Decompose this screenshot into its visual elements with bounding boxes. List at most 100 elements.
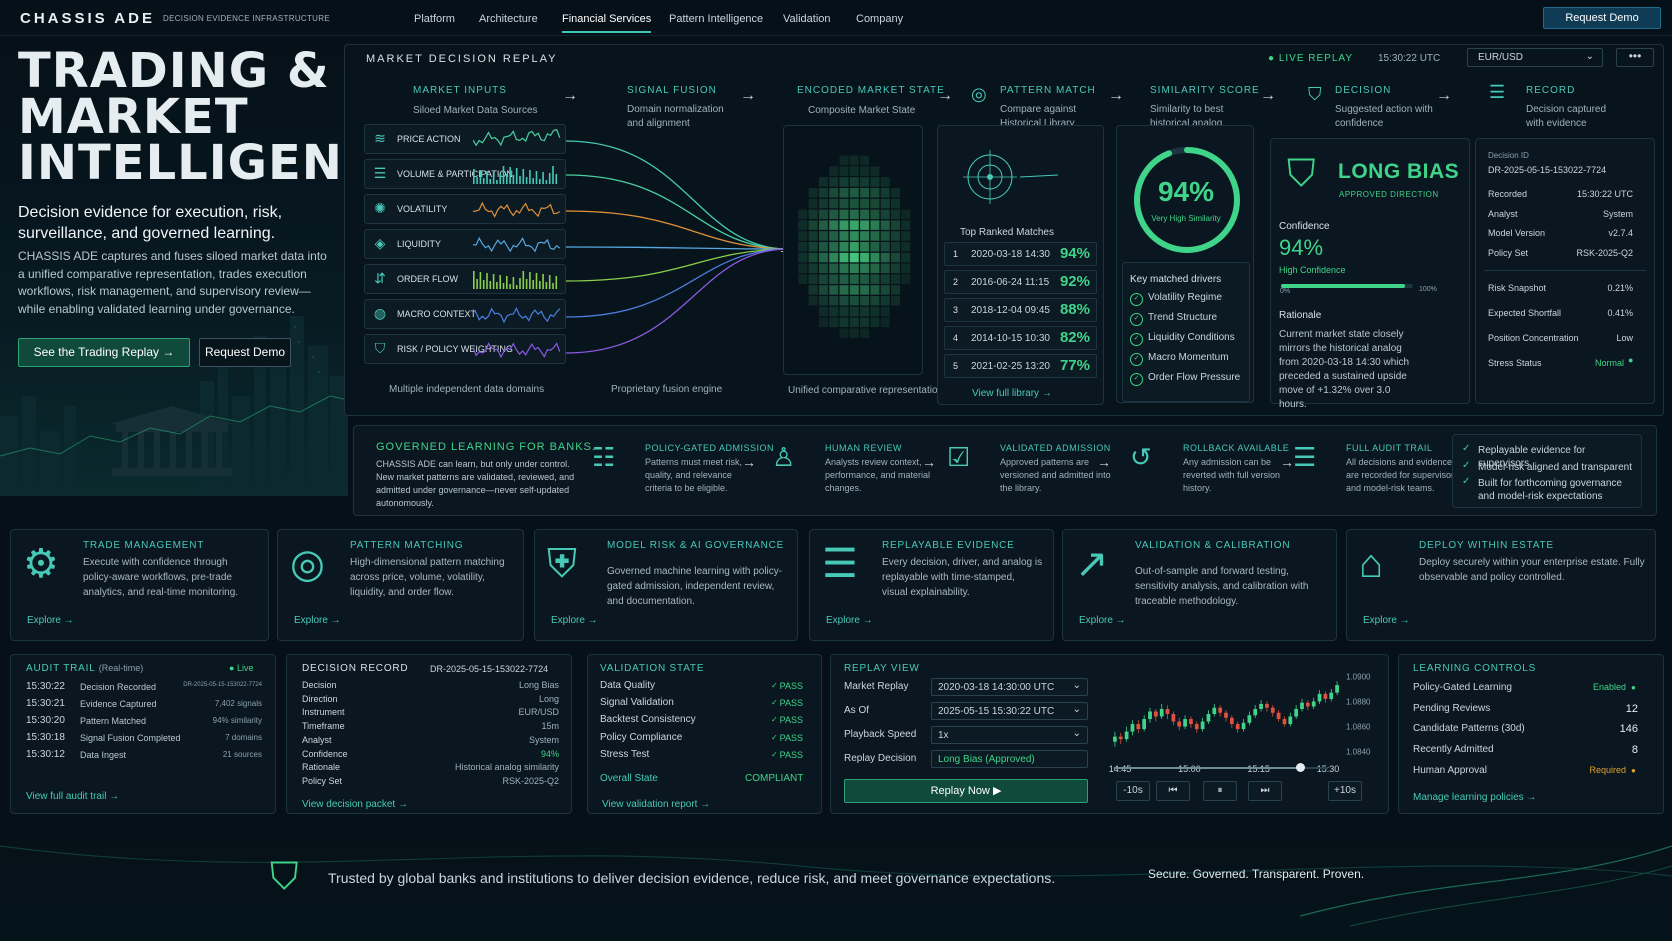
live-dot-icon: ●	[229, 663, 235, 673]
heatmap-cell	[849, 242, 859, 252]
live-replay-indicator: ● LIVE REPLAY	[1268, 53, 1353, 64]
decision-approved: APPROVED DIRECTION	[1339, 190, 1439, 199]
audit-value: DR-2025-05-15-153022-7724	[183, 682, 262, 688]
confidence-value: 94%	[1279, 235, 1324, 260]
view-audit-trail-link[interactable]: View full audit trail →	[26, 791, 119, 802]
explore-link[interactable]: Explore →	[826, 615, 873, 626]
nav-link-pattern-intelligence[interactable]: Pattern Intelligence	[669, 13, 763, 25]
pause-button[interactable]: ⏸	[1203, 781, 1237, 801]
nav-link-company[interactable]: Company	[856, 13, 903, 25]
heatmap-cell	[818, 317, 828, 328]
view-full-library-link[interactable]: View full library →	[972, 388, 1052, 399]
replay-now-button[interactable]: Replay Now ▶	[844, 779, 1088, 803]
skip-forward-button[interactable]: ⏭	[1248, 781, 1282, 801]
heatmap-cell	[818, 220, 828, 230]
feature-card-target[interactable]: ◎ PATTERN MATCHING High-dimensional patter…	[277, 529, 524, 641]
heatmap-cell	[818, 296, 828, 306]
input-row-3[interactable]: ◈ LIQUIDITY	[364, 229, 566, 259]
explore-link[interactable]: Explore →	[1079, 615, 1126, 626]
flow-arrow-icon: →	[1108, 87, 1124, 104]
record-divider	[1484, 270, 1646, 271]
nav-link-architecture[interactable]: Architecture	[479, 13, 538, 25]
view-decision-packet-link[interactable]: View decision packet →	[302, 799, 408, 810]
encoded-state-panel	[783, 125, 923, 375]
match-row[interactable]: 5 2021-02-25 13:20 77%	[944, 354, 1097, 378]
input-label: ORDER FLOW	[397, 274, 459, 284]
feature-card-building-lock[interactable]: ⌂ DEPLOY WITHIN ESTATE Deploy securely wit…	[1346, 529, 1656, 641]
confidence-label: Confidence	[1279, 221, 1330, 232]
sparkline-bar	[539, 281, 541, 289]
replay-field-3[interactable]: Long Bias (Approved)	[931, 750, 1088, 768]
flow-arrow-icon: →	[740, 87, 756, 104]
feature-card-workflow[interactable]: ⚙ TRADE MANAGEMENT Execute with confidence…	[10, 529, 269, 641]
stage-title-encoded-state: ENCODED MARKET STATE	[797, 85, 945, 96]
heatmap-cell	[818, 285, 828, 295]
governed-step-title: FULL AUDIT TRAIL	[1346, 443, 1433, 453]
replay-field-2[interactable]: 1x ⌄	[931, 726, 1088, 744]
input-row-2[interactable]: ✺ VOLATILITY	[364, 194, 566, 224]
explore-link[interactable]: Explore →	[27, 615, 74, 626]
explore-link[interactable]: Explore →	[1363, 615, 1410, 626]
heatmap-cell	[829, 306, 839, 317]
skip-back-button[interactable]: ⏮	[1156, 781, 1190, 801]
sparkline-bar	[542, 172, 544, 184]
feature-card-database-lock[interactable]: ☰ REPLAYABLE EVIDENCE Every decision, driv…	[809, 529, 1054, 641]
feature-card-chart-up[interactable]: ↗ VALIDATION & CALIBRATION Out-of-sample a…	[1062, 529, 1337, 641]
match-row[interactable]: 3 2018-12-04 09:45 88%	[944, 298, 1097, 322]
explore-link[interactable]: Explore →	[294, 615, 341, 626]
input-row-1[interactable]: ☰ VOLUME & PARTICIPATION	[364, 159, 566, 189]
nav-link-validation[interactable]: Validation	[783, 13, 831, 25]
replay-field-0[interactable]: 2020-03-18 14:30:00 UTC ⌄	[931, 678, 1088, 696]
heatmap-cell	[849, 188, 859, 198]
record-key: Model Version	[1488, 228, 1546, 238]
heatmap-cell	[818, 242, 828, 252]
arrow-right-icon: →	[397, 799, 408, 810]
match-row[interactable]: 4 2014-10-15 10:30 82%	[944, 326, 1097, 350]
candle-body	[1247, 715, 1252, 723]
sparkline-bar	[525, 177, 528, 184]
replay-field-1[interactable]: 2025-05-15 15:30:22 UTC ⌄	[931, 702, 1088, 720]
governed-step-text: All decisions and evidence are recorded …	[1346, 457, 1459, 493]
feature-card-shield[interactable]: ⛨ MODEL RISK & AI GOVERNANCE Governed mach…	[534, 529, 798, 641]
heatmap-cell	[829, 285, 839, 295]
input-row-0[interactable]: ≋ PRICE ACTION	[364, 124, 566, 154]
target-icon: ◎	[290, 542, 325, 586]
replay-now-label: Replay Now	[930, 785, 990, 797]
forward-10s-button[interactable]: +10s	[1328, 781, 1362, 801]
sparkline-bar	[522, 169, 525, 184]
top-matches-title: Top Ranked Matches	[960, 227, 1054, 238]
replay-field-label: Replay Decision	[844, 753, 917, 764]
heatmap-cell	[839, 317, 849, 328]
sparkline-bar	[535, 273, 538, 289]
candle-body	[1323, 693, 1328, 699]
document-icon: ☰	[1293, 442, 1317, 472]
instrument-select[interactable]: EUR/USD ⌄	[1467, 48, 1603, 67]
input-row-5[interactable]: ◍ MACRO CONTEXT	[364, 299, 566, 329]
nav-link-platform[interactable]: Platform	[414, 13, 455, 25]
input-row-4[interactable]: ⇵ ORDER FLOW	[364, 264, 566, 294]
candle-body	[1177, 721, 1182, 727]
match-row[interactable]: 1 2020-03-18 14:30 94%	[944, 242, 1097, 266]
replay-field-label: Playback Speed	[844, 729, 917, 740]
candle-body	[1276, 712, 1281, 720]
flow-arrow-icon: →	[937, 87, 953, 104]
explore-link[interactable]: Explore →	[551, 615, 598, 626]
nav-link-financial-services[interactable]: Financial Services	[562, 13, 652, 33]
request-demo-button[interactable]: Request Demo	[1543, 7, 1661, 29]
match-row[interactable]: 2 2016-06-24 11:15 92%	[944, 270, 1097, 294]
logo[interactable]: CHASSIS ADE	[20, 10, 155, 27]
heatmap-cell	[818, 263, 828, 274]
candle-body	[1212, 707, 1217, 714]
view-validation-report-link[interactable]: View validation report →	[602, 799, 710, 810]
rewind-10s-button[interactable]: -10s	[1116, 781, 1150, 801]
candle-body	[1118, 736, 1123, 740]
heatmap-cell	[849, 328, 859, 338]
risk-key: Expected Shortfall	[1488, 308, 1562, 318]
more-options-button[interactable]: •••	[1616, 48, 1654, 67]
stage-sub-encoded-state: Composite Market State	[808, 105, 916, 116]
hero-subtitle: Decision evidence for execution, risk, s…	[18, 204, 283, 242]
hero-request-demo-button[interactable]: Request Demo	[199, 338, 291, 367]
see-trading-replay-button[interactable]: See the Trading Replay →	[18, 338, 190, 367]
manage-learning-link[interactable]: Manage learning policies →	[1413, 792, 1536, 803]
input-row-6[interactable]: ⛉ RISK / POLICY WEIGHTING	[364, 334, 566, 364]
